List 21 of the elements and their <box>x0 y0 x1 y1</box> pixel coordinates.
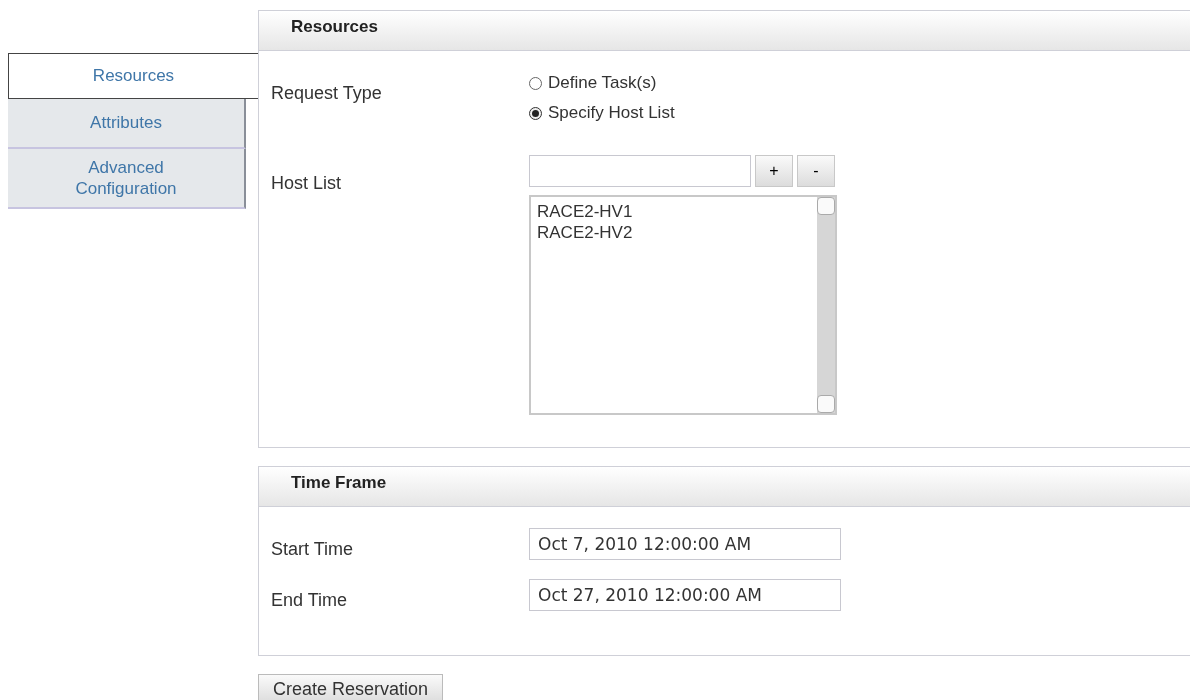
host-input-field[interactable] <box>529 155 751 187</box>
radio-icon[interactable] <box>529 76 542 90</box>
field-label: Start Time <box>270 538 355 560</box>
date-time-field[interactable]: Oct 27, 2010 12:00:00 AM <box>529 578 841 611</box>
field-label: End Time <box>270 589 349 611</box>
scrollbar[interactable] <box>817 197 835 413</box>
host-list-box[interactable]: RACE2-HV1 RACE2-HV2 <box>529 195 837 415</box>
add-button[interactable]: + <box>755 155 793 187</box>
tab[interactable]: Advanced Configuration <box>8 148 246 210</box>
radio-icon[interactable] <box>529 106 542 120</box>
field-label: Host List <box>270 172 343 195</box>
create-reservation-button[interactable]: Create Reservation <box>258 674 444 700</box>
tab[interactable]: Resources <box>8 53 258 99</box>
field-label: Request Type <box>270 82 383 105</box>
list-item[interactable]: RACE2-HV2 <box>537 222 811 244</box>
date-time-field[interactable]: Oct 7, 2010 12:00:00 AM <box>529 527 841 560</box>
list-item[interactable]: RACE2-HV1 <box>537 201 811 223</box>
remove-button[interactable]: - <box>797 155 835 187</box>
radio-option[interactable]: Define Task(s) <box>529 73 675 93</box>
radio-option[interactable]: Specify Host List <box>529 103 675 123</box>
tab[interactable]: Attributes <box>8 98 246 149</box>
